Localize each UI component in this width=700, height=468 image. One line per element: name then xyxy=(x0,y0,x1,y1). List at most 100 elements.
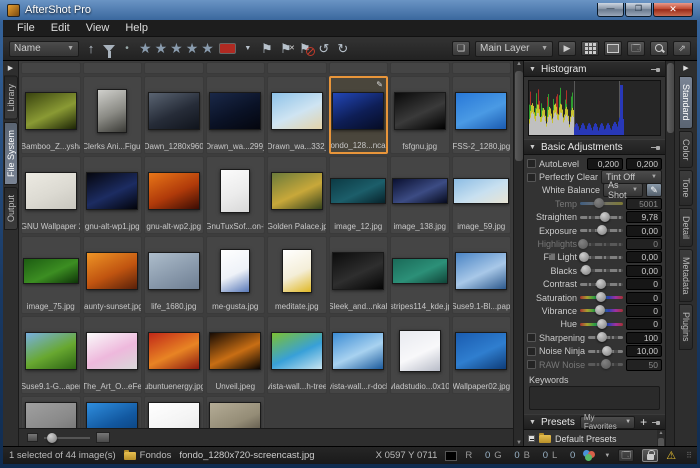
thumbnail-cell[interactable] xyxy=(206,62,266,74)
thumbnail-cell[interactable]: Sleek_and...nkahn.jpg xyxy=(329,236,389,314)
menu-view[interactable]: View xyxy=(78,21,118,35)
star-icon[interactable]: ★ xyxy=(155,40,168,57)
pin-icon[interactable] xyxy=(652,419,660,426)
histogram-header[interactable]: ▼ Histogram xyxy=(524,61,665,77)
value-box[interactable]: 9,78 xyxy=(626,211,662,223)
slider-knob[interactable] xyxy=(47,433,57,443)
maximize-button[interactable]: ❐ xyxy=(625,3,652,17)
rating-none-icon[interactable]: • xyxy=(120,41,134,57)
eyedropper-button[interactable]: ✎ xyxy=(646,183,662,197)
thumbnail-cell[interactable]: meditate.jpg xyxy=(267,236,327,314)
slider-knob[interactable] xyxy=(596,279,606,289)
warning-icon[interactable]: ⚠ xyxy=(666,449,676,462)
tab-library[interactable]: Library xyxy=(4,76,18,120)
slider-track[interactable] xyxy=(580,296,623,299)
slider-track[interactable] xyxy=(580,309,623,312)
thumbnail-cell[interactable]: Dawn_1280x960.jpg xyxy=(144,76,204,154)
menu-file[interactable]: File xyxy=(9,21,43,35)
value-box[interactable]: 0 xyxy=(626,305,662,317)
lock-icon[interactable] xyxy=(642,449,658,462)
slider-knob[interactable] xyxy=(600,212,610,222)
rotate-left-icon[interactable]: ↺ xyxy=(317,41,331,57)
thumbnail-cell[interactable]: Clerks Ani...Figure.jpg xyxy=(83,76,143,154)
value-box[interactable]: 10,00 xyxy=(626,345,662,357)
layers-icon[interactable]: ❏ xyxy=(452,41,470,56)
slider-knob[interactable] xyxy=(597,332,607,342)
tab-color[interactable]: Color xyxy=(679,131,693,169)
slider-knob[interactable] xyxy=(594,198,604,208)
slider-track[interactable] xyxy=(580,229,623,232)
tab-file-system[interactable]: File System xyxy=(4,122,18,185)
thumbnail-cell[interactable]: vista-wall...r-dock.jpg xyxy=(329,316,389,394)
add-preset-button[interactable]: + xyxy=(640,417,647,427)
current-folder[interactable]: Fondos xyxy=(124,450,172,461)
tab-plugins[interactable]: Plugins xyxy=(679,304,693,350)
proof-icon[interactable]: 🗔 xyxy=(618,449,634,462)
pin-icon[interactable] xyxy=(651,144,660,151)
thumbnail-cell[interactable]: fsfgnu.jpg xyxy=(390,76,450,154)
slider-knob[interactable] xyxy=(601,359,611,369)
collapse-minus-icon[interactable] xyxy=(528,435,535,442)
slider-track[interactable] xyxy=(580,216,623,219)
slider-track[interactable] xyxy=(580,323,623,326)
flag-pick-icon[interactable]: ⚑ xyxy=(260,41,274,57)
slider-knob[interactable] xyxy=(578,239,588,249)
star-icon[interactable]: ★ xyxy=(201,40,214,57)
collapse-icon[interactable]: ▼ xyxy=(529,144,536,151)
resize-grip[interactable]: ⠿ xyxy=(686,451,691,460)
presets-filter-select[interactable]: My Favorites ▼ xyxy=(580,416,635,429)
keywords-input[interactable] xyxy=(529,386,660,410)
collapse-icon[interactable]: ▼ xyxy=(529,66,536,73)
thumbnail-cell[interactable]: FSS-2_1280.jpg xyxy=(452,76,512,154)
image-view-icon[interactable]: 🗔 xyxy=(627,41,645,56)
large-thumbnail-icon[interactable] xyxy=(96,432,110,443)
checkbox[interactable] xyxy=(527,159,536,168)
panel-scrollbar[interactable] xyxy=(665,61,674,446)
titlebar[interactable]: AfterShot Pro — ❐ ✕ xyxy=(3,0,697,20)
slider-track[interactable] xyxy=(580,243,623,246)
slider-track[interactable] xyxy=(588,336,623,339)
tab-tone[interactable]: Tone xyxy=(679,170,693,206)
color-label-swatch[interactable] xyxy=(219,43,236,54)
thumbnail-cell[interactable] xyxy=(144,396,204,428)
thumbnail-cell[interactable]: Suse9.1-Bl...papers.jpg xyxy=(452,236,512,314)
collapse-right-panel-icon[interactable]: ▶ xyxy=(683,61,688,75)
thumbnail-cell[interactable]: fondo_128...ncast.jpg✎ xyxy=(329,76,389,154)
tab-metadata[interactable]: Metadata xyxy=(679,249,693,303)
value-box[interactable]: 0,00 xyxy=(626,225,662,237)
value-box[interactable]: 0 xyxy=(626,238,662,250)
value-box[interactable]: 0,00 xyxy=(626,265,662,277)
color-label-dropdown-icon[interactable]: ▼ xyxy=(241,41,255,57)
slider-knob[interactable] xyxy=(597,225,607,235)
value-box[interactable]: 0 xyxy=(626,292,662,304)
preset-item[interactable]: B&W - IR Simulation xyxy=(528,445,663,446)
thumbnail-cell[interactable]: ubuntuenergy.jpg xyxy=(144,316,204,394)
menu-edit[interactable]: Edit xyxy=(43,21,78,35)
layer-select[interactable]: Main Layer ▼ xyxy=(475,41,553,57)
minimize-button[interactable]: — xyxy=(597,3,624,17)
thumbnail-cell[interactable] xyxy=(206,396,266,428)
thumbnail-cell[interactable]: GnuTuxSof...on-v1.jpg xyxy=(206,156,266,234)
thumbnail-cell[interactable]: stripes114_kde.jpg xyxy=(390,236,450,314)
thumbnail-cell[interactable] xyxy=(267,62,327,74)
tab-standard[interactable]: Standard xyxy=(679,76,693,129)
thumbnail-cell[interactable]: Bamboo_Z...ysha.jpg xyxy=(21,76,81,154)
value-box[interactable]: 0,00 xyxy=(626,251,662,263)
thumbnail-cell[interactable]: The_Art_O...eFear.jpg xyxy=(83,316,143,394)
scroll-down-icon[interactable]: ▼ xyxy=(514,440,524,446)
tab-output[interactable]: Output xyxy=(4,187,18,230)
small-thumbnail-icon[interactable] xyxy=(27,433,38,442)
thumbnail-cell[interactable]: jaunty-sunset.jpg xyxy=(83,236,143,314)
thumbnail-cell[interactable]: image_75.jpg xyxy=(21,236,81,314)
scrollbar-thumb[interactable] xyxy=(667,63,674,133)
thumbnail-cell[interactable]: image_59.jpg xyxy=(452,156,512,234)
checkbox[interactable] xyxy=(527,347,536,356)
slider-knob[interactable] xyxy=(595,305,605,315)
scrollbar-thumb[interactable] xyxy=(658,438,664,446)
zoom-tool-icon[interactable] xyxy=(650,41,668,56)
thumbnail-cell[interactable]: image_12.jpg xyxy=(329,156,389,234)
tab-detail[interactable]: Detail xyxy=(679,208,693,247)
flag-clear-icon[interactable]: ⚑ xyxy=(298,41,312,57)
thumbnail-cell[interactable]: me-gusta.jpg xyxy=(206,236,266,314)
rotate-right-icon[interactable]: ↻ xyxy=(336,41,350,57)
